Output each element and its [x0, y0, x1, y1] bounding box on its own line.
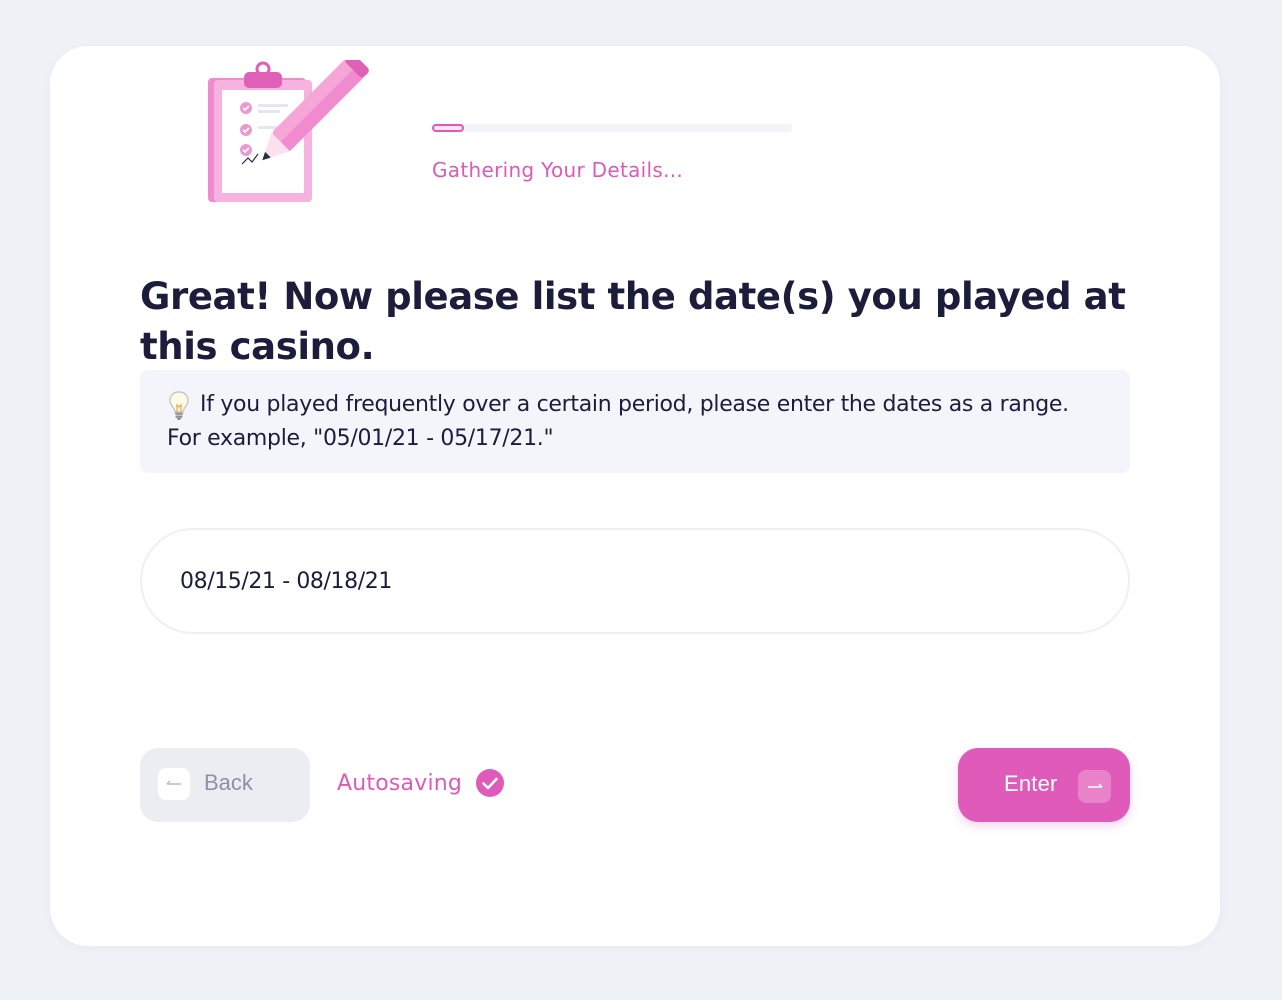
form-card: Gathering Your Details... Great! Now ple…: [50, 46, 1220, 946]
progress-bar: [432, 124, 792, 132]
autosave-status: Autosaving: [337, 768, 505, 798]
back-arrow-icon: [158, 768, 190, 800]
enter-label: Enter: [1004, 771, 1058, 796]
autosave-label: Autosaving: [337, 770, 463, 796]
progress-label: Gathering Your Details...: [432, 158, 684, 182]
arrow-right-icon: [1078, 770, 1111, 803]
back-button[interactable]: Back: [140, 748, 310, 822]
progress-fill: [432, 124, 464, 132]
hint-box: If you played frequently over a certain …: [140, 370, 1130, 473]
question-title: Great! Now please list the date(s) you p…: [140, 275, 1126, 368]
check-circle-icon: [476, 769, 505, 797]
hint-text: If you played frequently over a certain …: [167, 392, 1069, 451]
enter-button[interactable]: Enter: [958, 748, 1130, 822]
back-label: Back: [204, 770, 253, 795]
clipboard-pencil-illustration: [208, 60, 369, 202]
dates-input[interactable]: [140, 528, 1130, 634]
